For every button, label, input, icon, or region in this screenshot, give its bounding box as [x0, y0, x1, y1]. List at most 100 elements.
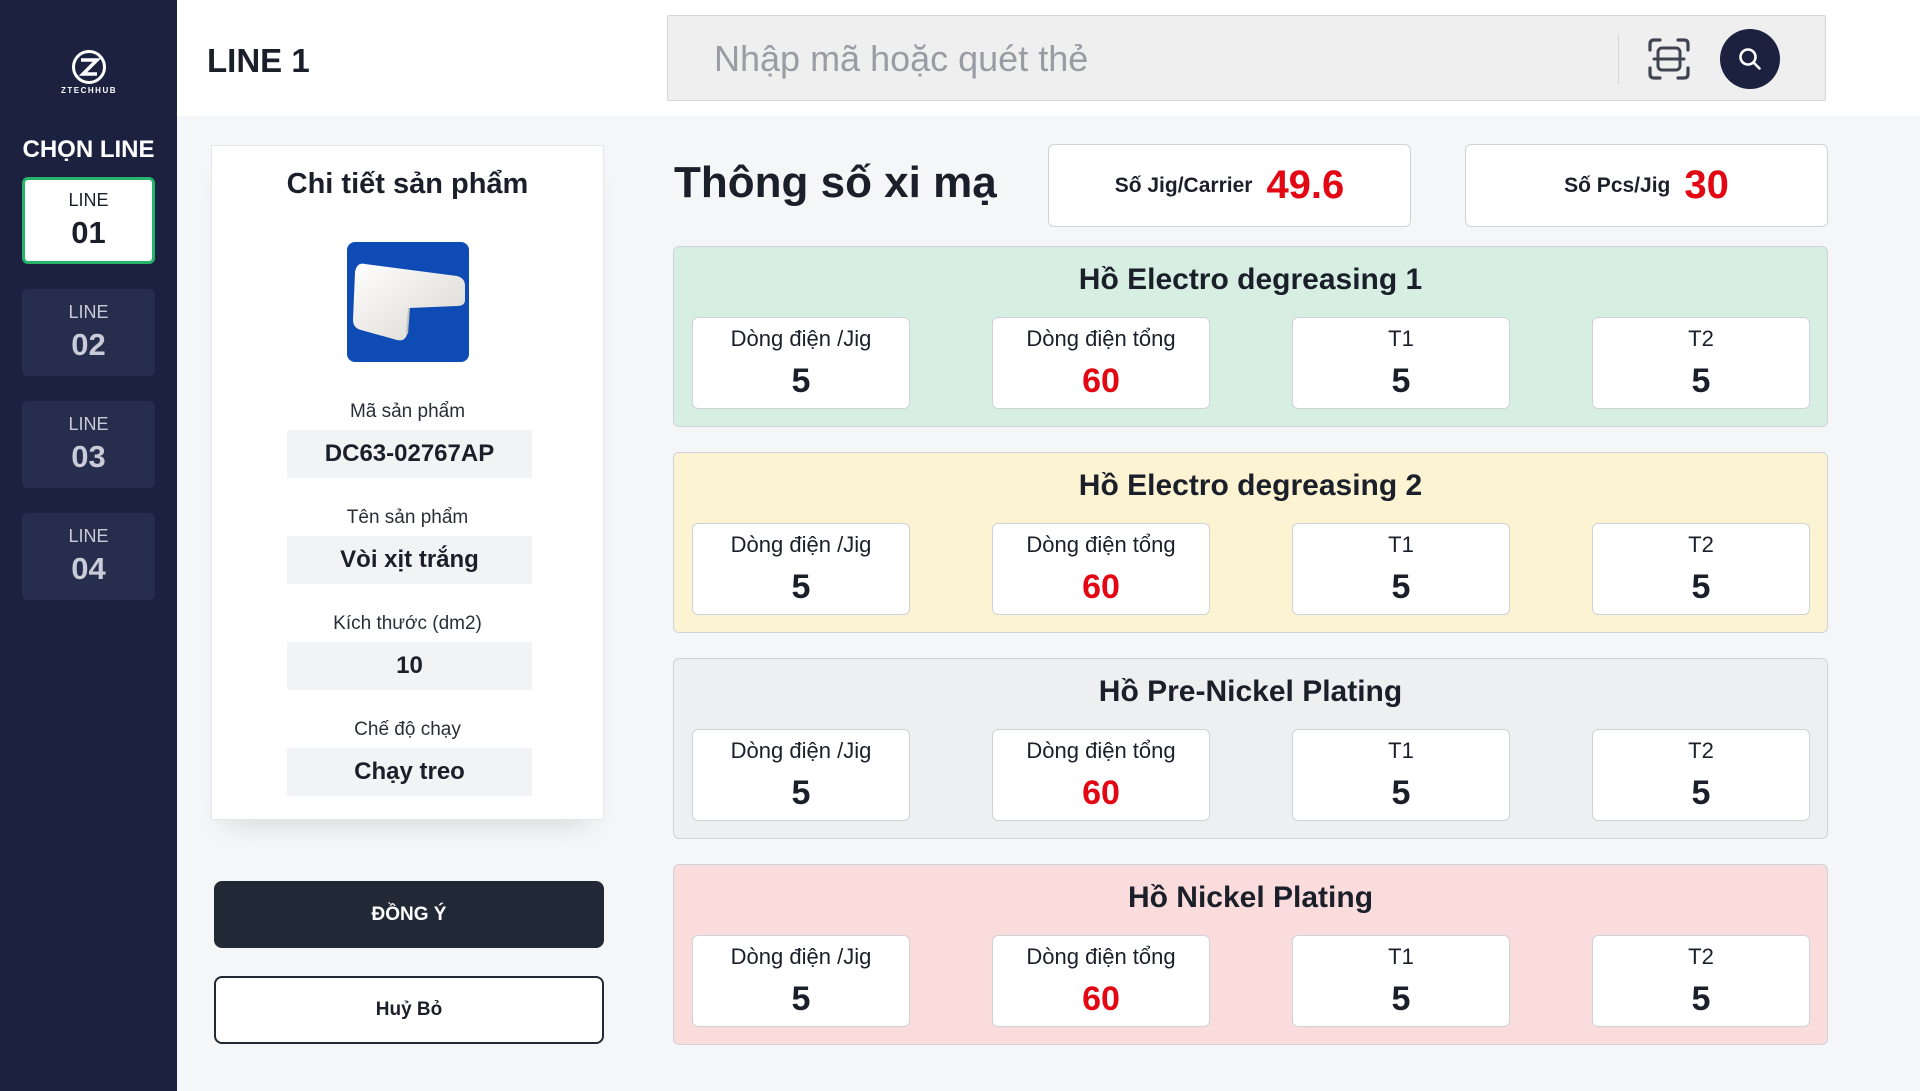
current-per-jig-label: Dòng điện /Jig [730, 532, 872, 557]
pcs-per-jig-value: 30 [1684, 163, 1729, 207]
tank-panel: Hồ Electro degreasing 2 Dòng điện /Jig 5 Dò… [673, 452, 1828, 633]
t1-value: 5 [1391, 568, 1411, 606]
current-per-jig-label: Dòng điện /Jig [730, 738, 872, 763]
current-per-jig-box: Dòng điện /Jig 5 [692, 935, 910, 1027]
total-current-value: 60 [1082, 774, 1120, 812]
total-current-value: 60 [1082, 980, 1120, 1018]
plating-section-title: Thông số xi mạ [674, 158, 997, 207]
t2-box: T2 5 [1592, 935, 1810, 1027]
search-icon [1739, 48, 1761, 70]
line-button-number: 04 [71, 551, 106, 586]
t2-value: 5 [1691, 980, 1711, 1018]
total-current-label: Dòng điện tổng [1026, 944, 1176, 969]
line-button-label: LINE [68, 190, 109, 210]
total-current-value: 60 [1082, 362, 1120, 400]
t1-label: T1 [1388, 532, 1414, 557]
line-button-label: LINE [68, 526, 109, 546]
total-current-label: Dòng điện tổng [1026, 738, 1176, 763]
t2-value: 5 [1691, 362, 1711, 400]
total-current-box: Dòng điện tổng 60 [992, 523, 1210, 615]
tank-title: Hồ Electro degreasing 2 [1078, 469, 1423, 502]
line-button-number: 03 [71, 439, 106, 474]
sidebar: ZTECHHUB CHỌN LINE LINE 01 LINE 02 LINE … [0, 0, 177, 1091]
search-button[interactable] [1720, 29, 1780, 89]
total-current-box: Dòng điện tổng 60 [992, 317, 1210, 409]
product-detail-card: Chi tiết sản phẩm Mã sản phẩm DC63-02767… [211, 145, 604, 820]
product-name-label: Tên sản phẩm [346, 507, 469, 528]
line-selector-heading: CHỌN LINE [22, 136, 155, 163]
search-input[interactable] [714, 36, 1614, 82]
t1-box: T1 5 [1292, 729, 1510, 821]
jig-carrier-value: 49.6 [1266, 163, 1345, 207]
current-per-jig-value: 5 [791, 568, 811, 606]
product-card-title: Chi tiết sản phẩm [286, 168, 529, 200]
line-button-number: 02 [71, 327, 106, 362]
product-size-label: Kích thước (dm2) [333, 613, 482, 634]
t1-value: 5 [1391, 362, 1411, 400]
t1-box: T1 5 [1292, 935, 1510, 1027]
total-current-label: Dòng điện tổng [1026, 326, 1176, 351]
product-photo-icon [353, 263, 465, 341]
search-bar [667, 15, 1826, 101]
t1-value: 5 [1391, 980, 1411, 1018]
line-button-label: LINE [68, 302, 109, 322]
current-per-jig-value: 5 [791, 362, 811, 400]
pcs-per-jig-stat: Số Pcs/Jig 30 [1465, 144, 1828, 227]
product-size-value: 10 [287, 642, 532, 690]
current-per-jig-label: Dòng điện /Jig [730, 326, 872, 351]
confirm-button[interactable]: ĐỒNG Ý [214, 881, 604, 948]
pcs-per-jig-label: Số Pcs/Jig [1564, 173, 1671, 197]
tank-title: Hồ Electro degreasing 1 [1078, 263, 1423, 296]
line-button-02[interactable]: LINE 02 [22, 289, 155, 376]
jig-carrier-stat: Số Jig/Carrier 49.6 [1048, 144, 1411, 227]
t1-box: T1 5 [1292, 317, 1510, 409]
page-title: LINE 1 [207, 42, 310, 79]
t2-value: 5 [1691, 774, 1711, 812]
run-mode-value: Chạy treo [287, 748, 532, 796]
ztechhub-logo-icon [72, 50, 106, 84]
t1-label: T1 [1388, 944, 1414, 969]
line-button-01[interactable]: LINE 01 [22, 177, 155, 264]
current-per-jig-box: Dòng điện /Jig 5 [692, 523, 910, 615]
cancel-button[interactable]: Huỷ Bỏ [214, 976, 604, 1044]
total-current-label: Dòng điện tổng [1026, 532, 1176, 557]
tank-title: Hồ Nickel Plating [1127, 881, 1374, 914]
t2-value: 5 [1691, 568, 1711, 606]
line-button-label: LINE [68, 414, 109, 434]
total-current-box: Dòng điện tổng 60 [992, 935, 1210, 1027]
jig-carrier-label: Số Jig/Carrier [1114, 173, 1253, 197]
t1-label: T1 [1388, 738, 1414, 763]
tank-title: Hồ Pre-Nickel Plating [1098, 675, 1403, 708]
t2-label: T2 [1688, 738, 1714, 763]
total-current-box: Dòng điện tổng 60 [992, 729, 1210, 821]
product-code-label: Mã sản phẩm [349, 401, 466, 422]
product-code-value: DC63-02767AP [287, 430, 532, 478]
t2-label: T2 [1688, 326, 1714, 351]
run-mode-label: Chế độ chạy [354, 719, 461, 740]
current-per-jig-value: 5 [791, 774, 811, 812]
scan-icon[interactable] [1646, 36, 1692, 82]
current-per-jig-value: 5 [791, 980, 811, 1018]
current-per-jig-label: Dòng điện /Jig [730, 944, 872, 969]
brand-name: ZTECHHUB [61, 86, 117, 95]
t2-box: T2 5 [1592, 317, 1810, 409]
t2-label: T2 [1688, 944, 1714, 969]
t1-box: T1 5 [1292, 523, 1510, 615]
line-button-04[interactable]: LINE 04 [22, 513, 155, 600]
total-current-value: 60 [1082, 568, 1120, 606]
line-button-number: 01 [71, 215, 106, 250]
t1-label: T1 [1388, 326, 1414, 351]
t2-box: T2 5 [1592, 729, 1810, 821]
product-name-value: Vòi xịt trắng [287, 536, 532, 584]
product-image [347, 242, 469, 362]
tank-panel: Hồ Nickel Plating Dòng điện /Jig 5 Dòng điệ… [673, 864, 1828, 1045]
tank-panel: Hồ Pre-Nickel Plating Dòng điện /Jig 5 Dòng… [673, 658, 1828, 839]
t1-value: 5 [1391, 774, 1411, 812]
t2-label: T2 [1688, 532, 1714, 557]
tank-panel: Hồ Electro degreasing 1 Dòng điện /Jig 5 Dò… [673, 246, 1828, 427]
divider [1618, 34, 1619, 84]
t2-box: T2 5 [1592, 523, 1810, 615]
current-per-jig-box: Dòng điện /Jig 5 [692, 317, 910, 409]
current-per-jig-box: Dòng điện /Jig 5 [692, 729, 910, 821]
line-button-03[interactable]: LINE 03 [22, 401, 155, 488]
